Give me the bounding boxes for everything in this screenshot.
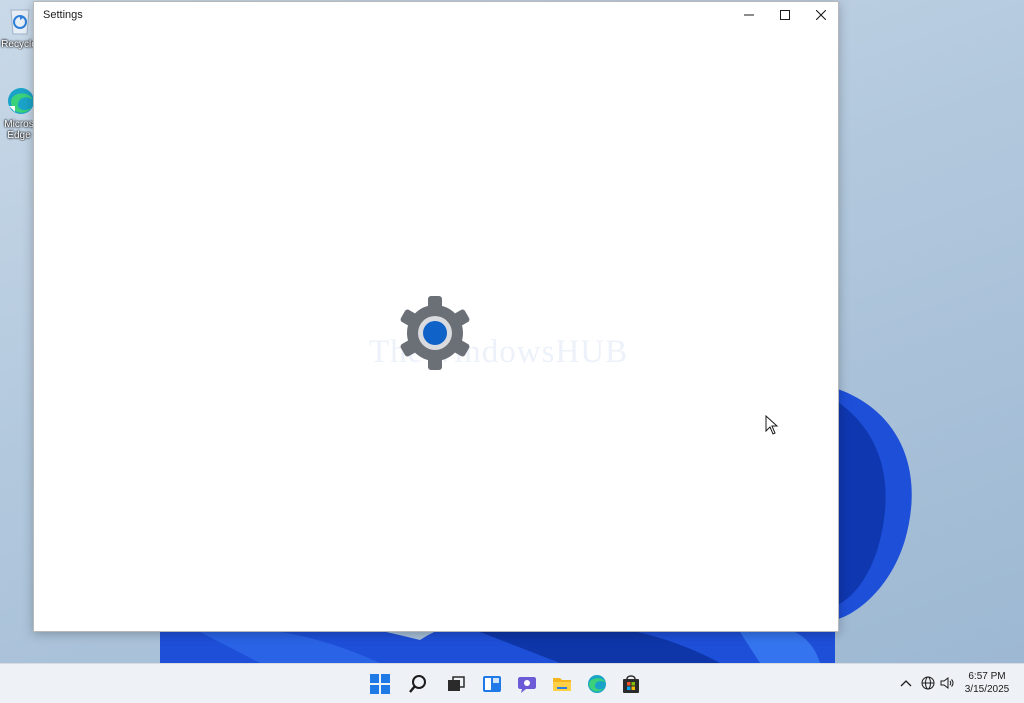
recycle-bin-icon xyxy=(3,6,35,36)
store-icon xyxy=(623,675,639,693)
clock[interactable]: 6:57 PM 3/15/2025 xyxy=(958,670,1016,696)
chat-icon xyxy=(518,677,536,693)
edge-icon xyxy=(3,86,35,116)
chevron-up-icon xyxy=(900,680,912,687)
chat-button[interactable] xyxy=(514,671,540,697)
close-icon xyxy=(816,10,826,20)
desktop-icon-label: Recycle xyxy=(1,39,37,50)
close-button[interactable] xyxy=(803,2,839,28)
window-title: Settings xyxy=(43,9,83,21)
widgets-icon xyxy=(483,676,501,692)
start-icon xyxy=(370,674,390,694)
network-icon xyxy=(921,676,935,690)
search-icon xyxy=(409,675,426,693)
maximize-icon xyxy=(780,10,790,20)
gear-icon xyxy=(400,296,470,370)
file-explorer-icon xyxy=(553,678,571,691)
edge-icon xyxy=(588,675,606,693)
widgets-button[interactable] xyxy=(479,671,505,697)
file-explorer-button[interactable] xyxy=(549,671,575,697)
edge-taskbar-button[interactable] xyxy=(584,671,610,697)
settings-window[interactable]: Settings TheWindowsHUB xyxy=(33,1,839,632)
taskbar: 6:57 PM 3/15/2025 xyxy=(0,663,1024,703)
desktop-icon-label: Micros Edge xyxy=(4,119,34,141)
volume-button[interactable] xyxy=(938,674,956,692)
store-button[interactable] xyxy=(618,671,644,697)
minimize-icon xyxy=(744,14,754,16)
search-button[interactable] xyxy=(405,671,431,697)
clock-date: 3/15/2025 xyxy=(964,684,1010,695)
start-button[interactable] xyxy=(367,671,393,697)
title-bar[interactable]: Settings xyxy=(34,2,838,28)
show-hidden-icons-button[interactable] xyxy=(897,674,915,692)
maximize-button[interactable] xyxy=(767,2,803,28)
network-button[interactable] xyxy=(919,674,937,692)
minimize-button[interactable] xyxy=(731,2,767,28)
mouse-cursor-icon xyxy=(765,415,779,435)
task-view-button[interactable] xyxy=(443,671,469,697)
task-view-icon xyxy=(448,676,465,691)
clock-time: 6:57 PM xyxy=(968,671,1006,682)
volume-icon xyxy=(940,677,954,689)
